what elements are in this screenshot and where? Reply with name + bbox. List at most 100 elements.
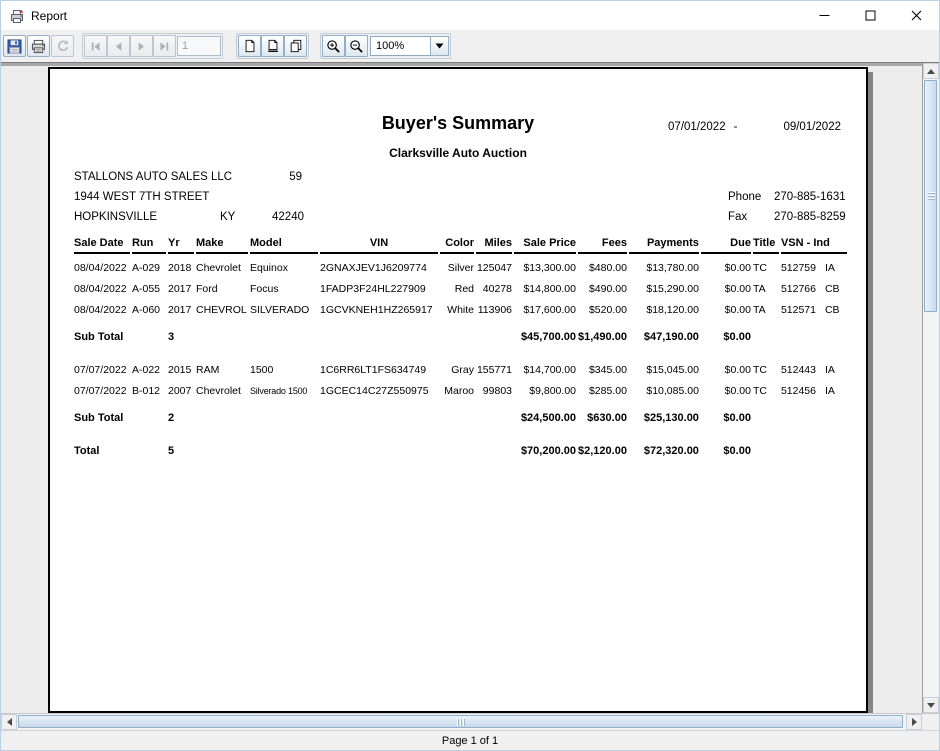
horizontal-scrollbar[interactable] — [1, 714, 922, 730]
date-from: 07/01/2022 — [668, 121, 726, 133]
table-row: 08/04/2022A-0552017FordFocus1FADP3F24HL2… — [74, 279, 847, 300]
table-row: 08/04/2022A-0292018ChevroletEquinox2GNAX… — [74, 254, 847, 279]
minimize-icon — [819, 10, 830, 21]
multi-page-view-button[interactable] — [284, 35, 307, 57]
total-row: Total5$70,200.00$2,120.00$72,320.00$0.00 — [74, 441, 847, 462]
table-cell: $345.00 — [578, 360, 627, 381]
zoom-dropdown-button[interactable] — [430, 36, 449, 56]
zoom-combobox[interactable]: 100% — [370, 36, 449, 56]
zoom-in-button[interactable] — [322, 35, 345, 57]
table-cell: 512759 — [781, 254, 823, 279]
table-cell: 512766 — [781, 279, 823, 300]
arrow-down-icon — [927, 703, 935, 708]
statusbar: Page 1 of 1 — [1, 730, 939, 750]
maximize-button[interactable] — [847, 1, 893, 30]
header-due: Due — [701, 237, 751, 254]
report-preview: Buyer's Summary Clarksville Auto Auction… — [1, 63, 922, 713]
table-cell: 07/07/2022 — [74, 360, 130, 381]
report-page: Buyer's Summary Clarksville Auto Auction… — [48, 67, 868, 713]
table-cell: SILVERADO — [250, 300, 318, 321]
table-cell: 1C6RR6LT1FS634749 — [320, 360, 438, 381]
table-cell: 113906 — [476, 300, 512, 321]
zoom-out-button[interactable] — [345, 35, 368, 57]
table-cell: IA — [825, 254, 847, 279]
scroll-up-button[interactable] — [923, 63, 939, 79]
table-row: 07/07/2022B-0122007ChevroletSilverado 15… — [74, 381, 847, 402]
header-run: Run — [132, 237, 166, 254]
vertical-scroll-thumb[interactable] — [924, 80, 937, 312]
table-cell: 1GCVKNEH1HZ265917 — [320, 300, 438, 321]
thumb-grip — [457, 719, 465, 726]
table-cell: 512456 — [781, 381, 823, 402]
horizontal-scroll-track[interactable] — [17, 714, 906, 730]
summary-label: Sub Total — [74, 327, 166, 348]
table-cell: 40278 — [476, 279, 512, 300]
minimize-button[interactable] — [801, 1, 847, 30]
table-cell: IA — [825, 360, 847, 381]
phone-value: 270-885-1631 — [774, 187, 846, 207]
summary-due: $0.00 — [701, 327, 751, 348]
table-cell: 2017 — [168, 279, 194, 300]
scroll-left-button[interactable] — [1, 714, 17, 730]
window-title: Report — [31, 9, 67, 23]
table-cell: White — [440, 300, 474, 321]
table-cell: 2GNAXJEV1J6209774 — [320, 254, 438, 279]
report-window: Report — [0, 0, 940, 751]
table-cell: $490.00 — [578, 279, 627, 300]
fit-page-icon — [266, 39, 280, 53]
buyer-address: 1944 WEST 7TH STREET — [74, 187, 209, 207]
fit-page-view-button[interactable] — [261, 35, 284, 57]
first-page-button[interactable] — [84, 35, 107, 57]
scroll-right-button[interactable] — [906, 714, 922, 730]
table-cell: A-055 — [132, 279, 166, 300]
table-cell: 08/04/2022 — [74, 300, 130, 321]
print-icon — [31, 39, 46, 54]
close-button[interactable] — [893, 1, 939, 30]
last-page-button[interactable] — [153, 35, 176, 57]
vertical-scrollbar[interactable] — [922, 63, 939, 713]
date-separator: - — [734, 121, 738, 133]
report-icon — [9, 8, 25, 24]
table-cell: $15,290.00 — [629, 279, 699, 300]
save-button[interactable] — [3, 35, 26, 57]
print-button[interactable] — [27, 35, 50, 57]
single-page-icon — [243, 39, 257, 53]
summary-payments: $72,320.00 — [629, 441, 699, 462]
multi-page-icon — [289, 39, 303, 53]
single-page-view-button[interactable] — [238, 35, 261, 57]
table-header-row: Sale Date Run Yr Make Model VIN Color Mi… — [74, 237, 847, 254]
previous-page-button[interactable] — [107, 35, 130, 57]
maximize-icon — [865, 10, 876, 21]
table-cell: Ford — [196, 279, 248, 300]
first-page-icon — [89, 40, 102, 53]
next-page-button[interactable] — [130, 35, 153, 57]
table-cell: Silverado 1500 — [250, 381, 318, 402]
table-cell: 1500 — [250, 360, 318, 381]
page-layout-group — [236, 33, 309, 59]
summary-count: 3 — [168, 327, 194, 348]
save-icon — [7, 39, 22, 54]
summary-label: Total — [74, 441, 166, 462]
fax-label: Fax — [728, 207, 774, 227]
scroll-down-button[interactable] — [923, 697, 939, 713]
header-yr: Yr — [168, 237, 194, 254]
table-cell: $0.00 — [701, 381, 751, 402]
vertical-scroll-track[interactable] — [923, 79, 939, 697]
page-number-input[interactable] — [177, 36, 221, 56]
table-cell: Maroo — [440, 381, 474, 402]
summary-fees: $2,120.00 — [578, 441, 627, 462]
table-cell: Chevrolet — [196, 381, 248, 402]
subtotal-row: Sub Total2$24,500.00$630.00$25,130.00$0.… — [74, 408, 847, 429]
table-cell: Red — [440, 279, 474, 300]
page-info: Page 1 of 1 — [442, 735, 498, 747]
horizontal-scroll-thumb[interactable] — [18, 715, 903, 728]
zoom-level-value: 100% — [370, 36, 430, 56]
table-cell: $15,045.00 — [629, 360, 699, 381]
header-title: Title — [753, 237, 779, 254]
titlebar: Report — [1, 1, 939, 31]
table-cell: 99803 — [476, 381, 512, 402]
refresh-button[interactable] — [51, 35, 74, 57]
buyer-info: STALLONS AUTO SALES LLC 59 1944 WEST 7TH… — [74, 167, 304, 227]
table-cell: Chevrolet — [196, 254, 248, 279]
table-cell: 2017 — [168, 300, 194, 321]
